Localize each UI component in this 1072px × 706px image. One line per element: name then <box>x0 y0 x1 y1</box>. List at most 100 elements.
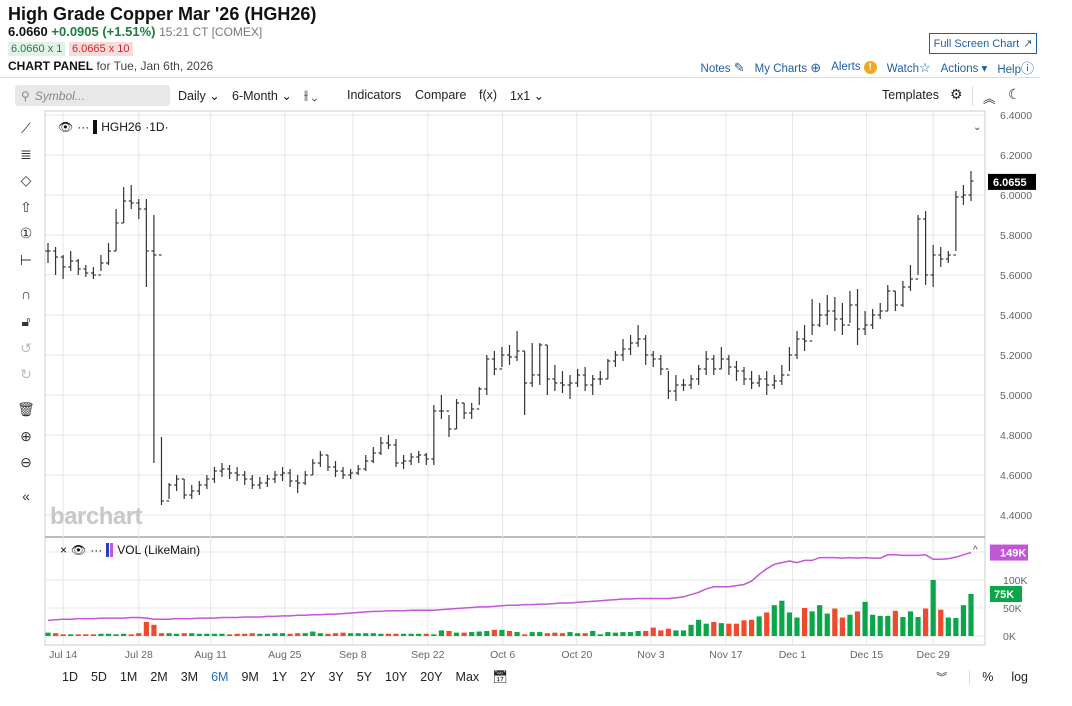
volume-bar <box>567 632 573 636</box>
close-icon[interactable]: × <box>60 543 67 557</box>
volume-bar <box>771 605 777 636</box>
range-1m[interactable]: 1M <box>120 670 137 684</box>
range-6m[interactable]: 6M <box>211 670 228 684</box>
date-tick-label: Dec 15 <box>850 649 883 661</box>
price-bar <box>204 475 210 489</box>
last-price-label: 6.0655 <box>993 177 1027 189</box>
volume-bar <box>968 594 974 636</box>
price-legend: 👁︎ ··· HGH26·1D· <box>58 120 169 134</box>
price-bar <box>264 475 270 487</box>
date-tick-label: Jul 28 <box>125 649 153 661</box>
more-icon[interactable]: ··· <box>90 543 102 557</box>
volume-bar <box>408 633 414 636</box>
price-bar <box>907 265 913 291</box>
price-bar <box>915 215 921 280</box>
price-tick-label: 5.8000 <box>1000 230 1032 242</box>
price-bar <box>158 254 164 505</box>
range-3m[interactable]: 3M <box>181 670 198 684</box>
calendar-icon[interactable]: 📅︎ <box>492 670 508 685</box>
price-tick-label: 6.4000 <box>1000 110 1032 122</box>
price-bar <box>280 467 286 481</box>
volume-bar <box>249 633 255 636</box>
price-bar <box>779 365 785 385</box>
price-bar <box>136 199 142 219</box>
price-bar <box>242 471 248 485</box>
volume-bar <box>158 633 165 636</box>
price-bar <box>597 371 603 385</box>
price-bar <box>544 344 550 395</box>
price-bar <box>143 199 149 287</box>
price-bar <box>855 289 861 345</box>
range-10y[interactable]: 10Y <box>385 670 407 684</box>
price-bar <box>68 251 74 271</box>
range-1y[interactable]: 1Y <box>272 670 287 684</box>
more-icon[interactable]: ··· <box>77 120 89 134</box>
volume-bar <box>257 633 263 636</box>
price-bar <box>355 465 361 475</box>
range-2y[interactable]: 2Y <box>300 670 315 684</box>
percent-toggle[interactable]: % <box>969 670 993 684</box>
log-toggle[interactable]: log <box>1011 670 1028 684</box>
barchart-watermark: barchart <box>50 503 143 530</box>
price-bar <box>839 303 845 335</box>
volume-bar <box>68 634 74 636</box>
price-bar <box>514 331 520 361</box>
volume-bar <box>446 630 452 636</box>
price-bar <box>590 375 596 395</box>
volume-bar <box>930 580 936 636</box>
volume-bar <box>658 630 664 636</box>
volume-bar <box>310 631 316 636</box>
price-bar <box>749 371 755 389</box>
price-bar <box>885 285 891 312</box>
price-bar <box>128 185 134 209</box>
legend-symbol: HGH26 <box>101 120 142 134</box>
chevron-up-icon[interactable]: ^ <box>973 545 978 556</box>
volume-bar <box>741 620 747 636</box>
price-bar <box>877 303 883 319</box>
volume-bar <box>431 634 437 636</box>
chevron-down-icon[interactable]: ⌄ <box>973 122 981 133</box>
volume-bar <box>779 600 785 636</box>
volume-bar <box>234 633 240 636</box>
volume-bar <box>416 633 422 636</box>
price-bar <box>484 355 490 395</box>
price-bar <box>287 469 293 487</box>
range-9m[interactable]: 9M <box>241 670 258 684</box>
price-bar <box>98 255 104 276</box>
date-tick-label: Dec 1 <box>779 649 807 661</box>
eye-icon[interactable]: 👁︎ <box>58 120 73 134</box>
price-chart[interactable]: 6.4000 6.2000 6.0000 5.8000 5.6000 5.4000 5.20… <box>0 0 1072 706</box>
price-bar <box>310 459 316 476</box>
range-1d[interactable]: 1D <box>62 670 78 684</box>
range-5d[interactable]: 5D <box>91 670 107 684</box>
volume-bar <box>211 633 218 636</box>
volume-bar <box>801 608 808 636</box>
volume-bar <box>627 632 634 636</box>
volume-bar <box>786 612 793 636</box>
range-5y[interactable]: 5Y <box>357 670 372 684</box>
price-bar <box>643 335 649 365</box>
price-bar <box>953 191 959 256</box>
series-color-swatch <box>110 543 114 557</box>
range-2m[interactable]: 2M <box>150 670 167 684</box>
date-tick-label: Oct 6 <box>490 649 515 661</box>
volume-bar <box>325 633 331 636</box>
range-max[interactable]: Max <box>456 670 480 684</box>
eye-icon[interactable]: 👁︎ <box>71 543 86 557</box>
volume-bar <box>673 630 679 636</box>
expand-down-icon[interactable]: ︾ <box>936 669 947 685</box>
volume-bar <box>264 633 271 636</box>
range-20y[interactable]: 20Y <box>420 670 442 684</box>
volume-bar <box>491 629 497 636</box>
volume-bar <box>945 617 951 636</box>
volume-legend: × 👁︎ ··· VOL (LikeMain) <box>60 543 200 557</box>
price-bar <box>181 478 187 499</box>
volume-bar <box>476 631 482 636</box>
volume-bar <box>287 633 293 636</box>
volume-bar <box>597 634 603 636</box>
range-3y[interactable]: 3Y <box>328 670 343 684</box>
volume-bar <box>514 632 520 636</box>
volume-bar <box>907 611 914 636</box>
price-bar <box>340 467 346 479</box>
volume-bar <box>726 623 732 636</box>
